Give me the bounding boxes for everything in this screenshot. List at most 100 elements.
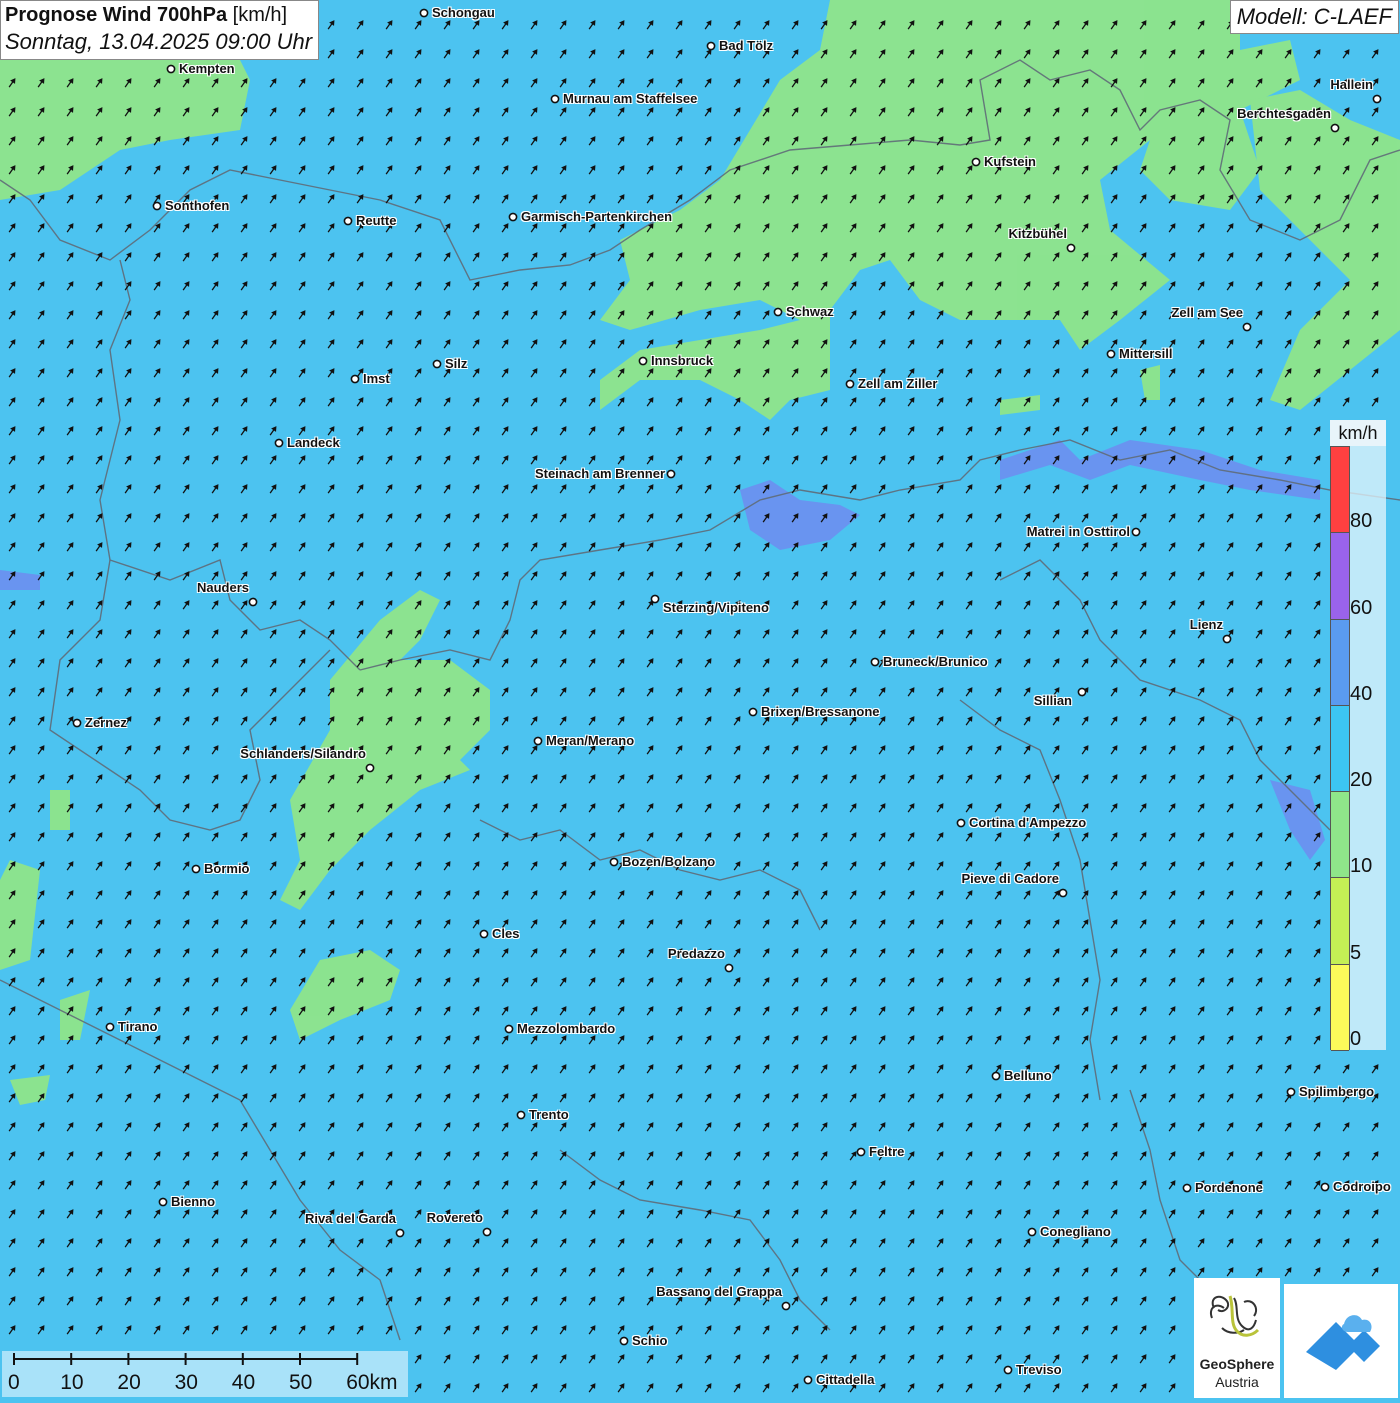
scale-label: 0 [8,1371,20,1394]
city-label: Zell am See [1171,305,1243,320]
city-marker [1320,1182,1330,1192]
city-marker [991,1071,1001,1081]
legend-segment [1331,964,1349,1051]
city-marker [650,594,660,604]
legend-tick-label: 20 [1350,769,1373,792]
city-label: Riva del Garda [304,1211,396,1226]
city-marker [508,212,518,222]
scale-ruler [13,1353,359,1365]
city-marker [1003,1365,1013,1375]
city-label: Bormio [204,861,250,876]
city-marker [1131,527,1141,537]
scale-label: 50 [289,1371,313,1394]
city-label: Sonthofen [165,198,230,213]
scale-label: 40 [231,1371,256,1394]
city-marker [191,864,201,874]
city-marker [419,8,429,18]
city-marker [166,64,176,74]
map-title: Prognose Wind 700hPa [km/h] [5,4,312,27]
city-marker [365,763,375,773]
city-label: Conegliano [1040,1224,1111,1239]
color-legend: km/h 0 5 10 20 40 60 80 [1328,420,1386,1052]
city-marker [609,857,619,867]
city-label: Imst [363,371,390,386]
city-label: Bad Tölz [719,38,774,53]
city-label: Pieve di Cadore [961,871,1059,886]
city-label: Matrei in Osttirol [1026,524,1130,539]
city-label: Nauders [196,580,249,595]
city-label: Schlanders/Silandro [240,746,366,761]
city-label: Hallein [1330,77,1373,92]
city-marker [856,1147,866,1157]
city-label: Schwaz [786,304,834,319]
city-label: Kitzbühel [1008,226,1068,241]
city-marker [1106,349,1116,359]
city-marker [706,41,716,51]
city-marker [550,94,560,104]
city-label: Trento [529,1107,569,1122]
city-label: Berchtesgaden [1237,106,1331,121]
city-label: Spilimbergo [1299,1084,1375,1099]
city-marker [504,1024,514,1034]
legend-segment [1331,447,1349,534]
scale-bar: 0 10 20 30 40 50 60km [2,1351,408,1397]
city-label: Mittersill [1119,346,1173,361]
city-label: Mezzolombardo [517,1021,616,1036]
legend-tick-label: 80 [1350,510,1373,533]
scale-label: 60km [346,1371,398,1394]
city-label: Cittadella [816,1372,875,1387]
city-marker [105,1022,115,1032]
geosphere-name: GeoSphere [1199,1356,1275,1372]
city-marker [248,597,258,607]
geosphere-sub: Austria [1215,1374,1259,1390]
city-label: Pordenone [1195,1180,1263,1195]
legend-tick-label: 0 [1350,1028,1362,1050]
legend-segment [1331,619,1349,706]
city-marker [1027,1227,1037,1237]
city-marker [152,201,162,211]
map-header: Prognose Wind 700hPa [km/h] Sonntag, 13.… [0,0,320,60]
city-marker [666,469,676,479]
city-marker [1242,322,1252,332]
geosphere-logo: GeoSphere Austria [1194,1278,1280,1398]
city-marker [1182,1183,1192,1193]
city-marker [773,307,783,317]
city-label: Zernez [85,715,127,730]
city-label: Meran/Merano [546,733,635,748]
city-label: Sillian [1033,693,1072,708]
city-marker [1077,687,1087,697]
city-label: Zell am Ziller [858,376,938,391]
legend-segment [1331,533,1349,620]
geosphere-emblem [1210,1295,1260,1337]
legend-unit: km/h [1330,420,1386,446]
city-label: Innsbruck [651,353,714,368]
title-unit: [km/h] [232,4,288,26]
city-label: Brixen/Bressanone [761,704,880,719]
city-label: Feltre [869,1144,905,1159]
city-marker [619,1336,629,1346]
model-label: Modell: C-LAEF [1229,0,1399,34]
city-label: Rovereto [426,1210,483,1225]
city-marker [748,707,758,717]
city-marker [1372,94,1382,104]
city-marker [724,963,734,973]
city-marker [343,216,353,226]
city-marker [350,374,360,384]
city-marker [1330,123,1340,133]
city-label: Garmisch-Partenkirchen [521,209,673,224]
legend-segment [1331,792,1349,879]
legend-tick-label: 10 [1350,855,1373,878]
legend-segment [1331,705,1349,793]
city-marker [482,1227,492,1237]
city-label: Belluno [1004,1068,1052,1083]
city-label: Lienz [1189,617,1223,632]
city-label: Schio [632,1333,668,1348]
city-label: Silz [445,356,468,371]
city-label: Schongau [432,5,495,20]
city-label: Sterzing/Vipiteno [663,600,769,615]
scale-label: 20 [117,1371,141,1394]
city-marker [1222,634,1232,644]
city-marker [395,1228,405,1238]
city-label: Bassano del Grappa [656,1284,782,1299]
scale-label: 10 [60,1371,84,1394]
